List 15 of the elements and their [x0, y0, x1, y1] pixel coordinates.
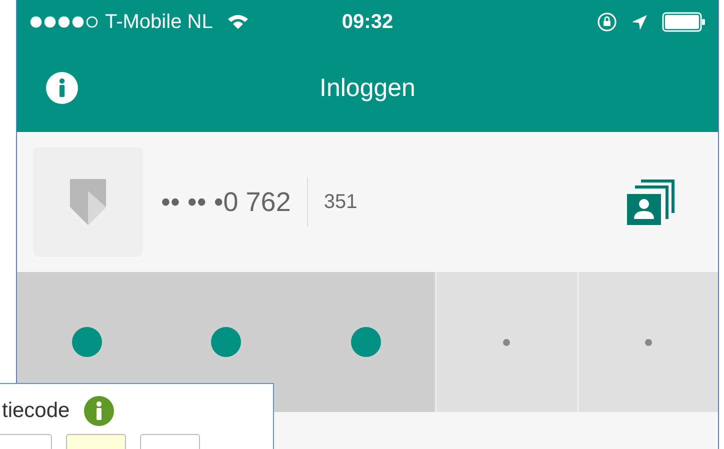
account-number: •• •• •0 762 [161, 177, 308, 227]
location-arrow-icon [631, 14, 648, 30]
screen-title: Inloggen [320, 74, 416, 102]
field-label: tiecode [2, 399, 70, 423]
account-code: 351 [324, 190, 358, 214]
info-icon[interactable] [46, 72, 78, 104]
wifi-icon [226, 14, 249, 30]
carrier-name: T-Mobile NL [105, 10, 213, 34]
info-icon[interactable] [84, 396, 114, 426]
status-time: 09:32 [342, 10, 394, 34]
rotation-lock-icon [597, 12, 617, 32]
shield-icon [70, 179, 106, 225]
battery-icon [662, 12, 706, 32]
contact-cards-icon[interactable] [627, 179, 675, 225]
signal-icon [29, 15, 99, 29]
